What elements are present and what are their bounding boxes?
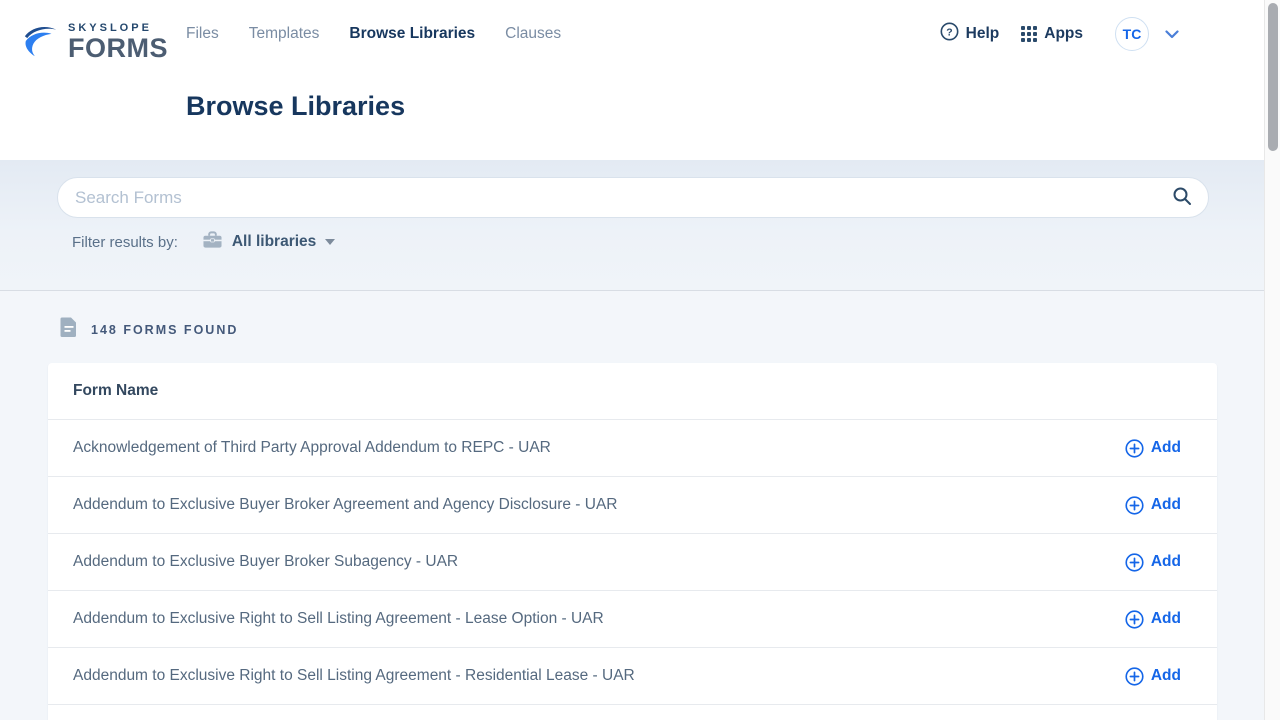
filter-label: Filter results by: [72, 234, 178, 251]
logo-wordmark: SKYSLOPE FORMS [68, 23, 168, 62]
form-name-cell: Addendum to Exclusive Right to Sell List… [73, 667, 635, 685]
table-row: Addendum to Exclusive Buyer Broker Subag… [48, 534, 1217, 591]
apps-label: Apps [1044, 25, 1083, 43]
plus-circle-icon [1125, 667, 1144, 686]
results-meta: 148 FORMS FOUND [60, 316, 238, 343]
skyslope-swoosh-icon [22, 21, 60, 64]
search-button[interactable] [1172, 186, 1208, 209]
table-row: Addendum to Exclusive Buyer Broker Agree… [48, 477, 1217, 534]
filter-row: Filter results by: All libraries [72, 230, 335, 254]
apps-grid-icon [1021, 26, 1037, 42]
page-title: Browse Libraries [186, 91, 405, 122]
add-form-button[interactable]: Add [1125, 667, 1181, 686]
scrollbar-thumb[interactable] [1268, 3, 1278, 151]
document-icon [60, 316, 78, 343]
add-form-button[interactable]: Add [1125, 496, 1181, 515]
skyslope-forms-logo[interactable]: SKYSLOPE FORMS [22, 21, 168, 64]
add-form-button[interactable]: Add [1125, 610, 1181, 629]
help-icon: ? [940, 22, 959, 46]
form-name-cell: Addendum to Exclusive Buyer Broker Agree… [73, 496, 617, 514]
search-icon [1172, 186, 1192, 209]
briefcase-icon [202, 230, 223, 254]
table-row: Addendum to Exclusive Right to Sell List… [48, 591, 1217, 648]
chevron-down-icon[interactable] [1165, 30, 1179, 39]
scrollbar-track[interactable] [1264, 0, 1280, 720]
form-name-cell: Acknowledgement of Third Party Approval … [73, 439, 551, 457]
forms-table: Form Name Acknowledgement of Third Party… [48, 363, 1217, 720]
table-row: Addendum to Exclusive Right to Sell List… [48, 648, 1217, 705]
search-box [57, 177, 1209, 218]
svg-text:?: ? [946, 27, 952, 38]
add-button-label: Add [1151, 439, 1181, 457]
top-header: SKYSLOPE FORMS Files Templates Browse Li… [0, 0, 1264, 160]
form-name-cell: Addendum to Exclusive Buyer Broker Subag… [73, 553, 458, 571]
plus-circle-icon [1125, 553, 1144, 572]
form-name-column-header: Form Name [73, 382, 158, 400]
header-actions: ? Help Apps TC [940, 0, 1179, 68]
nav-item-browse-libraries[interactable]: Browse Libraries [349, 25, 475, 43]
table-row: Acknowledgement of Third Party Approval … [48, 420, 1217, 477]
plus-circle-icon [1125, 496, 1144, 515]
add-button-label: Add [1151, 667, 1181, 685]
nav-item-files[interactable]: Files [186, 25, 219, 43]
table-header-row: Form Name [48, 363, 1217, 420]
help-label: Help [966, 25, 1000, 43]
profile-area: TC [1115, 17, 1179, 51]
nav-item-templates[interactable]: Templates [249, 25, 320, 43]
add-form-button[interactable]: Add [1125, 439, 1181, 458]
plus-circle-icon [1125, 610, 1144, 629]
add-button-label: Add [1151, 610, 1181, 628]
plus-circle-icon [1125, 439, 1144, 458]
search-filter-section: Filter results by: All libraries [0, 160, 1264, 291]
add-button-label: Add [1151, 553, 1181, 571]
logo-forms-text: FORMS [68, 35, 168, 62]
add-form-button[interactable]: Add [1125, 553, 1181, 572]
results-count: 148 FORMS FOUND [91, 323, 238, 337]
library-filter-dropdown[interactable]: All libraries [202, 230, 335, 254]
help-button[interactable]: ? Help [940, 22, 1000, 46]
add-button-label: Add [1151, 496, 1181, 514]
library-filter-value: All libraries [232, 233, 316, 251]
main-nav: Files Templates Browse Libraries Clauses [186, 0, 561, 68]
caret-down-icon [325, 239, 335, 245]
apps-button[interactable]: Apps [1021, 25, 1083, 43]
search-input[interactable] [58, 188, 1172, 208]
nav-item-clauses[interactable]: Clauses [505, 25, 561, 43]
form-name-cell: Addendum to Exclusive Right to Sell List… [73, 610, 604, 628]
avatar[interactable]: TC [1115, 17, 1149, 51]
table-rows: Acknowledgement of Third Party Approval … [48, 420, 1217, 705]
